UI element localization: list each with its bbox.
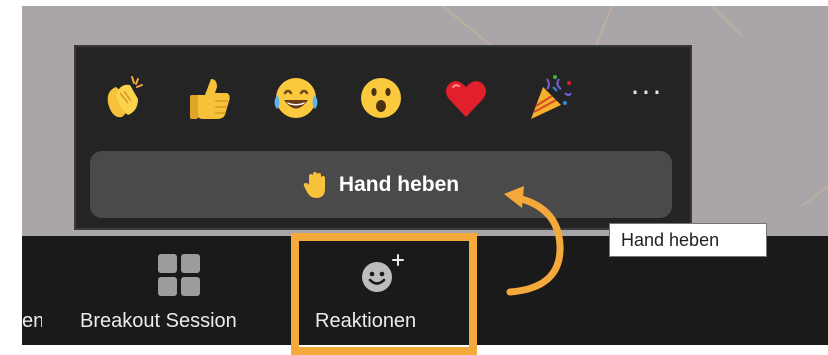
breakout-session-button[interactable]: Breakout Session [80, 310, 237, 333]
party-popper-icon[interactable] [523, 70, 577, 126]
raise-hand-label: Hand heben [338, 172, 460, 196]
reactions-highlight-box [291, 233, 477, 355]
raise-hand-button[interactable]: Hand heben [90, 151, 672, 218]
grid-icon[interactable] [158, 254, 200, 296]
tooltip: Hand heben [609, 223, 767, 257]
left-margin [0, 0, 22, 351]
toolbar-item-cropped[interactable]: en [22, 310, 42, 333]
emoji-row: ··· [96, 70, 676, 126]
thumbs-up-icon[interactable] [183, 70, 237, 126]
more-reactions-button[interactable]: ··· [624, 79, 670, 110]
curved-arrow-annotation [504, 186, 564, 296]
tears-of-joy-icon[interactable] [269, 70, 323, 126]
open-mouth-icon[interactable] [354, 70, 408, 126]
red-heart-icon[interactable] [439, 70, 493, 126]
clapping-hands-icon[interactable] [96, 70, 150, 126]
raised-hand-icon [303, 171, 325, 198]
